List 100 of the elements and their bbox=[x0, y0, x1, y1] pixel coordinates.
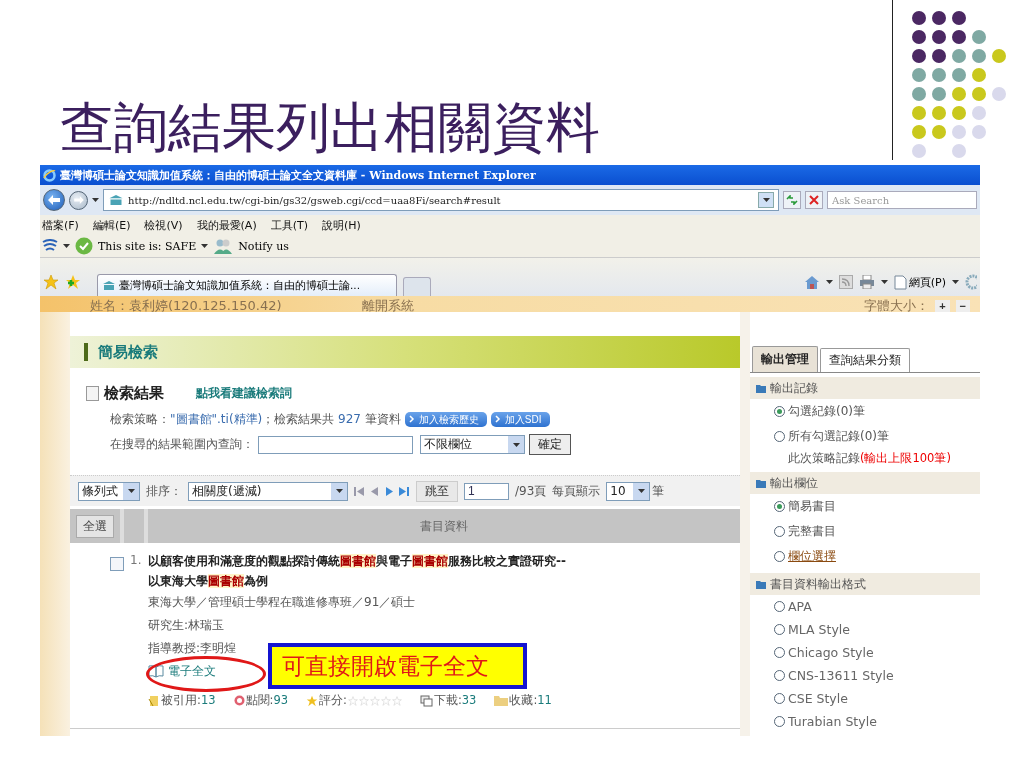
printer-icon[interactable] bbox=[858, 275, 875, 289]
people-icon bbox=[213, 238, 234, 254]
radio-button[interactable] bbox=[774, 601, 785, 612]
address-dropdown-button[interactable] bbox=[758, 192, 774, 208]
chevron-icon bbox=[494, 415, 501, 423]
radio-button[interactable] bbox=[774, 431, 785, 442]
result-title[interactable]: 以顧客使用和滿意度的觀點探討傳統圖書館與電子圖書館服務比較之實證研究-- 以東海大學圖書館為例 bbox=[148, 551, 740, 591]
option-label[interactable]: 勾選紀錄(0)筆 bbox=[788, 403, 865, 420]
unit-text: 筆 bbox=[652, 482, 665, 500]
star-icon[interactable] bbox=[43, 274, 59, 290]
option-label[interactable]: CNS-13611 Style bbox=[788, 668, 894, 683]
option-label[interactable]: CSE Style bbox=[788, 691, 848, 706]
per-page-label: 每頁顯示 bbox=[552, 482, 601, 500]
search-field[interactable]: Ask Search bbox=[827, 191, 977, 209]
add-button[interactable]: 加入SDI bbox=[490, 412, 550, 427]
section-title: 書目資料輸出格式 bbox=[770, 575, 866, 593]
option-label[interactable]: 完整書目 bbox=[788, 523, 836, 540]
sort-label: 排序： bbox=[146, 482, 182, 500]
note-text: 此次策略記錄(輸出上限100筆) bbox=[787, 450, 952, 467]
note-icon bbox=[148, 694, 160, 707]
stop-button[interactable] bbox=[805, 191, 823, 209]
font-size-button[interactable]: − bbox=[955, 299, 970, 312]
star-icon bbox=[306, 694, 319, 707]
view-select[interactable]: 條列式 bbox=[78, 481, 140, 501]
option-label[interactable]: MLA Style bbox=[788, 622, 850, 637]
option-label[interactable]: Chicago Style bbox=[788, 645, 874, 660]
add-star-icon[interactable] bbox=[65, 274, 81, 290]
site-status-text[interactable]: This site is: SAFE bbox=[98, 239, 197, 253]
menu-item[interactable]: 工具(T) bbox=[270, 217, 308, 233]
building-icon bbox=[102, 280, 116, 291]
caret-icon bbox=[952, 280, 959, 284]
font-size-button[interactable]: + bbox=[935, 299, 950, 312]
window-title: 臺灣博碩士論文知識加值系統：自由的博碩士論文全文資料庫 - Windows Internet Explorer bbox=[60, 167, 536, 183]
radio-button[interactable] bbox=[774, 716, 785, 727]
radio-button[interactable] bbox=[774, 501, 785, 512]
forward-button[interactable] bbox=[69, 190, 88, 210]
refresh-button[interactable] bbox=[783, 191, 801, 209]
confirm-button[interactable]: 確定 bbox=[529, 434, 571, 455]
refresh-icon bbox=[786, 195, 798, 205]
column-header: 書目資料 bbox=[419, 517, 469, 535]
page-field[interactable]: 1 bbox=[464, 482, 509, 500]
menu-item[interactable]: 說明(H) bbox=[322, 217, 361, 233]
first-page-icon[interactable] bbox=[354, 485, 365, 497]
option-label[interactable]: 所有勾選記錄(0)筆 bbox=[788, 428, 889, 445]
home-icon[interactable] bbox=[803, 274, 820, 290]
refine-field[interactable] bbox=[258, 435, 413, 454]
select-all-button[interactable]: 全選 bbox=[76, 514, 114, 538]
caret-icon bbox=[880, 280, 888, 284]
back-button[interactable] bbox=[43, 189, 65, 211]
per-page-select[interactable]: 10 bbox=[606, 481, 651, 501]
option-label[interactable]: Turabian Style bbox=[788, 714, 877, 729]
sort-select[interactable]: 相關度(遞減) bbox=[188, 481, 348, 501]
notify-link[interactable]: Notify us bbox=[238, 239, 289, 253]
font-size-label: 字體大小： bbox=[864, 299, 930, 312]
document-icon bbox=[86, 386, 100, 401]
callout-box: 可直接開啟電子全文 bbox=[268, 643, 527, 689]
address-field[interactable]: http://ndltd.ncl.edu.tw/cgi-bin/gs32/gsweb.cgi/ccd=uaa8Fi/search#result bbox=[103, 189, 779, 211]
slide-title: 查詢結果列出相關資料 bbox=[60, 97, 601, 157]
rating-stars[interactable] bbox=[347, 695, 402, 706]
result-checkbox[interactable] bbox=[110, 557, 124, 571]
next-page-icon[interactable] bbox=[385, 485, 393, 497]
panel-tab[interactable]: 查詢結果分類 bbox=[820, 348, 910, 372]
jump-button[interactable]: 跳至 bbox=[416, 480, 458, 502]
browser-tab[interactable]: 臺灣博碩士論文知識加值系統：自由的博碩士論... bbox=[97, 274, 397, 296]
radio-button[interactable] bbox=[774, 406, 785, 417]
feed-icon[interactable] bbox=[838, 275, 853, 289]
logout-link[interactable]: 離開系統 bbox=[361, 299, 414, 312]
suggest-link[interactable]: 點我看建議檢索詞 bbox=[196, 385, 292, 402]
stat-label: 評分: bbox=[319, 693, 347, 708]
section-title: 輸出欄位 bbox=[770, 474, 818, 492]
radio-button[interactable] bbox=[774, 551, 785, 562]
field-select[interactable]: 不限欄位 bbox=[420, 435, 525, 454]
fulltext-link[interactable]: 電子全文 bbox=[168, 664, 216, 679]
caret-icon bbox=[63, 244, 70, 248]
radio-button[interactable] bbox=[774, 670, 785, 681]
user-info-text: 姓名：袁利婷(120.125.150.42) bbox=[90, 299, 282, 312]
building-icon bbox=[108, 194, 124, 206]
option-label[interactable]: APA bbox=[788, 599, 812, 614]
previous-page-icon[interactable] bbox=[371, 485, 379, 497]
caret-icon bbox=[127, 489, 135, 493]
radio-button[interactable] bbox=[774, 624, 785, 635]
menu-item[interactable]: 檔案(F) bbox=[42, 217, 79, 233]
right-arrow-icon bbox=[73, 196, 84, 204]
last-page-icon[interactable] bbox=[399, 485, 410, 497]
radio-button[interactable] bbox=[774, 647, 785, 658]
menu-item[interactable]: 我的最愛(A) bbox=[196, 217, 257, 233]
add-button[interactable]: 加入檢索歷史 bbox=[404, 412, 487, 427]
url-text: http://ndltd.ncl.edu.tw/cgi-bin/gs32/gsweb.cgi/ccd=uaa8Fi/search#result bbox=[128, 194, 501, 206]
radio-button[interactable] bbox=[774, 526, 785, 537]
menu-item[interactable]: 檢視(V) bbox=[144, 217, 183, 233]
panel-tab[interactable]: 輸出管理 bbox=[752, 346, 818, 372]
option-link[interactable]: 欄位選擇 bbox=[788, 548, 836, 565]
radio-button[interactable] bbox=[774, 693, 785, 704]
student-text: 研究生:林瑞玉 bbox=[148, 618, 226, 633]
folder-icon bbox=[494, 695, 509, 706]
check-icon bbox=[75, 237, 93, 255]
page-menu[interactable]: 網頁(P) bbox=[893, 274, 946, 290]
menu-item[interactable]: 編輯(E) bbox=[92, 217, 131, 233]
strategy-text: 檢索策略："圖書館".ti(精準)；檢索結果共 927 筆資料 bbox=[110, 411, 401, 428]
option-label[interactable]: 簡易書目 bbox=[788, 498, 836, 515]
